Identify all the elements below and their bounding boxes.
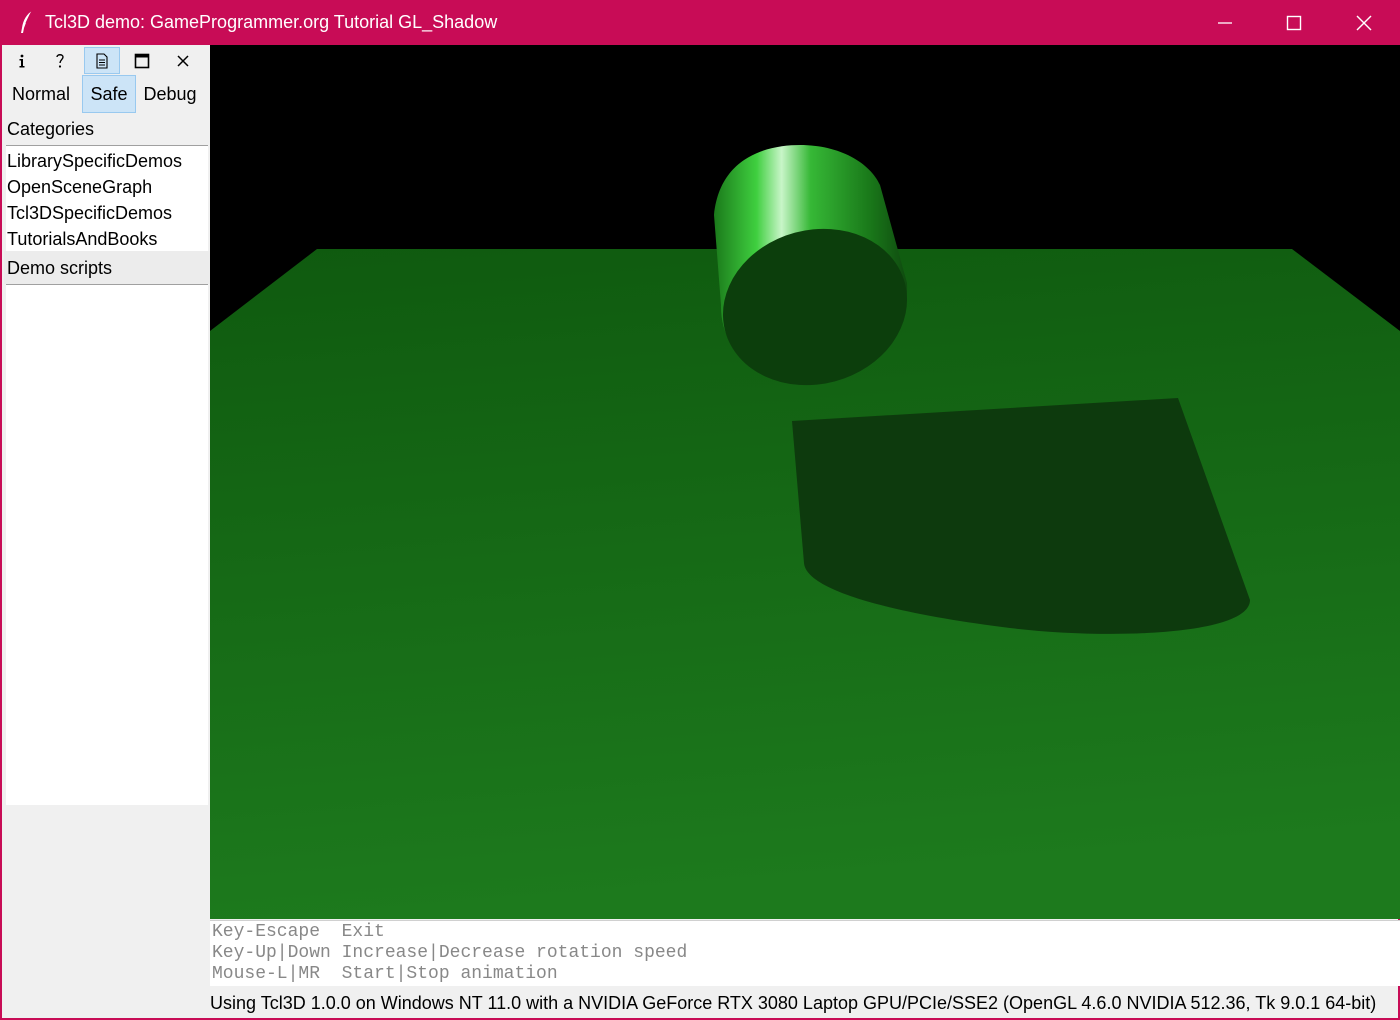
help-icon[interactable] (42, 47, 78, 74)
demo-scripts-list[interactable] (6, 284, 208, 805)
mode-debug-button[interactable]: Debug (138, 75, 202, 113)
mode-safe-button[interactable]: Safe (82, 75, 136, 113)
help-text-box[interactable]: Key-Escape Exit Key-Up|Down Increase|Dec… (210, 920, 1400, 986)
mode-normal-button[interactable]: Normal (4, 75, 78, 113)
close-demo-icon[interactable] (165, 47, 201, 74)
status-bar: Using Tcl3D 1.0.0 on Windows NT 11.0 wit… (210, 988, 1398, 1018)
list-item[interactable]: LibrarySpecificDemos (6, 148, 208, 174)
opengl-viewport[interactable] (210, 45, 1400, 919)
demo-scripts-label: Demo scripts (7, 258, 113, 278)
categories-list[interactable]: LibrarySpecificDemos OpenSceneGraph Tcl3… (6, 145, 208, 251)
cylinder-shadow (792, 398, 1250, 634)
list-item[interactable]: OpenSceneGraph (6, 174, 208, 200)
minimize-button[interactable] (1190, 0, 1260, 45)
icon-toolbar (4, 47, 210, 75)
minimize-icon (1218, 21, 1232, 24)
fullscreen-icon[interactable] (124, 47, 160, 74)
app-window: Tcl3D demo: GameProgrammer.org Tutorial … (0, 0, 1400, 1020)
maximize-button[interactable] (1259, 0, 1329, 45)
help-line: Key-Up|Down Increase|Decrease rotation s… (212, 943, 688, 963)
feather-icon (16, 10, 38, 34)
maximize-icon (1286, 15, 1302, 30)
document-icon[interactable] (84, 47, 120, 74)
close-window-button[interactable] (1329, 0, 1399, 45)
info-icon[interactable] (4, 47, 40, 74)
sidebar: Normal Safe Debug Categories LibrarySpec… (4, 45, 210, 987)
window-title: Tcl3D demo: GameProgrammer.org Tutorial … (45, 12, 498, 32)
categories-label: Categories (7, 119, 95, 139)
close-icon (1356, 15, 1372, 30)
mode-selector: Normal Safe Debug (4, 75, 210, 113)
help-line: Key-Escape Exit (212, 922, 385, 942)
list-item[interactable]: TutorialsAndBooks (6, 226, 208, 252)
list-item[interactable]: Tcl3DSpecificDemos (6, 200, 208, 226)
help-line: Mouse-L|MR Start|Stop animation (212, 964, 558, 984)
title-bar[interactable]: Tcl3D demo: GameProgrammer.org Tutorial … (2, 0, 1398, 45)
